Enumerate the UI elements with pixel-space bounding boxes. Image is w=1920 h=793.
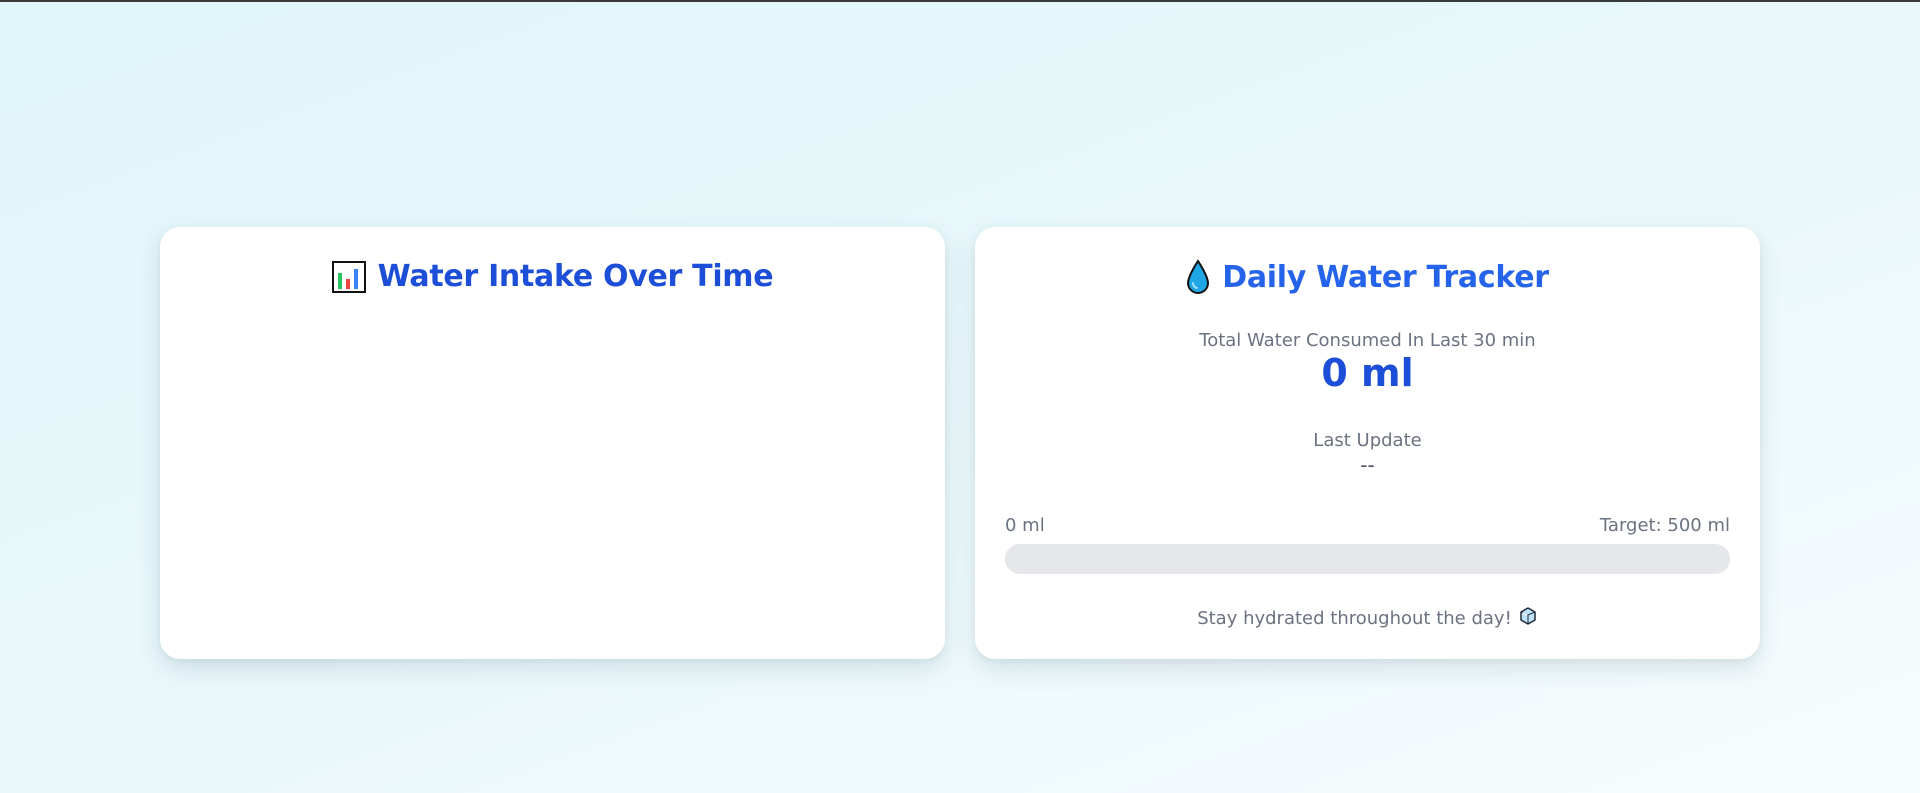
ice-cube-icon [1518, 606, 1538, 631]
chart-card-title: Water Intake Over Time [377, 259, 774, 294]
water-intake-chart-card: Water Intake Over Time [160, 227, 945, 659]
tracker-card-title: Daily Water Tracker [1222, 259, 1549, 295]
bar-chart-icon [331, 260, 366, 293]
progress-start-label: 0 ml [1005, 515, 1045, 536]
chart-card-header: Water Intake Over Time [160, 259, 945, 294]
hydration-message-text: Stay hydrated throughout the day! [1197, 608, 1512, 629]
last-update-label: Last Update [1313, 430, 1422, 451]
progress-target-label: Target: 500 ml [1599, 515, 1730, 536]
water-intake-chart [190, 327, 915, 629]
water-drop-icon [1186, 259, 1210, 295]
total-consumed-value: 0 ml [1321, 351, 1414, 395]
tracker-card-header: Daily Water Tracker [975, 259, 1760, 295]
daily-water-tracker-card: Daily Water Tracker Total Water Consumed… [975, 227, 1760, 659]
last-update-value: -- [1360, 453, 1375, 477]
total-consumed-label: Total Water Consumed In Last 30 min [1199, 330, 1536, 351]
hydration-message: Stay hydrated throughout the day! [975, 606, 1760, 631]
progress-bar [1005, 544, 1730, 574]
progress-labels: 0 ml Target: 500 ml [1005, 515, 1730, 536]
